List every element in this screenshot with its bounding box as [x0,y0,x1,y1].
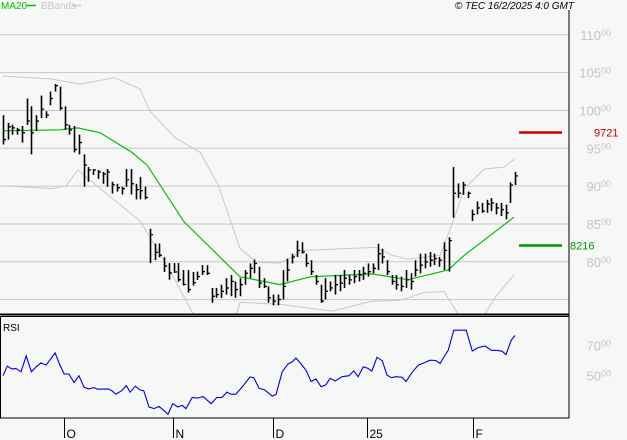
copyright-timestamp: © TEC 16/2/2025 4:0 GMT [455,1,575,12]
legend-bbands-label: BBands [41,1,76,12]
x-label-F: F [476,427,483,440]
stock-chart: 97218216 1100010500100009500900085008000… [0,0,627,440]
x-label-D: D [276,427,285,440]
level-label-9721: 9721 [594,128,618,140]
rsi-title: RSI [3,323,20,334]
chart-background [0,0,627,440]
x-label-N: N [176,427,185,440]
x-label-25: 25 [370,427,384,440]
x-label-O: O [67,427,76,440]
level-label-8216: 8216 [570,241,594,253]
legend-ma20-label: MA20 [1,1,28,12]
